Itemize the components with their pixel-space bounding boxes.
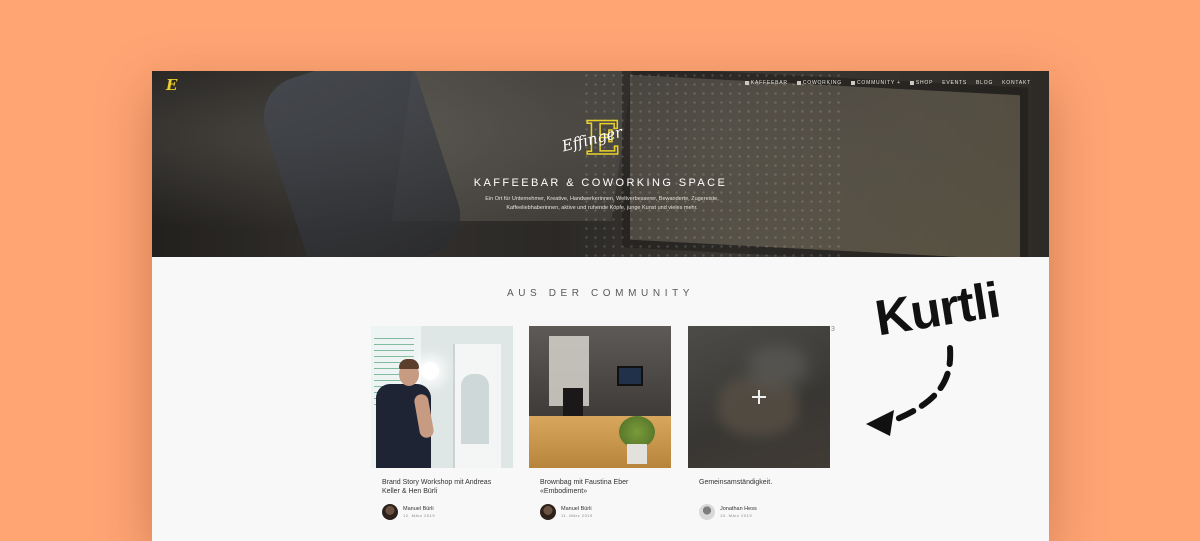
hero-title: KAFFEEBAR & COWORKING SPACE [473,177,728,189]
door-window [461,374,489,444]
nav-item-blog[interactable]: Blog [976,80,993,86]
plus-icon[interactable] [752,390,766,404]
brand-logo: E Effinger [547,113,647,163]
square-icon [744,81,749,85]
author-info: Jonathan Hess 10. März 2019 [720,506,757,519]
nav-label: Events [942,80,968,86]
card-title[interactable]: Gemeinsamständigkeit. [699,478,823,487]
monitor [617,366,643,386]
nav-item-coworking[interactable]: Coworking [796,80,842,86]
author-info: Manuel Bürli 12. März 2019 [403,506,435,519]
card-title[interactable]: Brand Story Workshop mit Andreas Keller … [382,478,506,496]
hero-banner: E Kaffeebar Coworking Community + Shop E… [152,71,1049,257]
card-author: Manuel Bürli 11. März 2019 [540,504,593,520]
author-name: Manuel Bürli [561,505,592,512]
lamp [421,362,439,380]
community-card[interactable]: Gemeinsamständigkeit. Jonathan Hess 10. … [688,326,830,520]
nav-label: Shop [915,80,934,86]
post-date: 10. März 2019 [720,512,753,518]
author-name: Manuel Bürli [403,505,434,512]
avatar [699,504,715,520]
annotation-arrow-icon [866,345,954,436]
nav-label: Blog [976,80,994,86]
square-icon [851,81,855,85]
square-icon [796,81,801,85]
site-logo-icon[interactable]: E [166,76,186,94]
card-image[interactable] [371,326,513,468]
author-info: Manuel Bürli 11. März 2019 [561,506,593,519]
nav-label: Kontakt [1002,80,1031,86]
person-hair [399,359,419,369]
nav-label: Coworking [802,80,842,86]
nav-item-events[interactable]: Events [942,80,967,86]
partial-card-number: 3 [831,326,835,333]
nav-item-kaffeebar[interactable]: Kaffeebar [744,80,788,86]
plant-pot [627,444,647,464]
card-title[interactable]: Brownbag mit Faustina Eber «Embodiment» [540,478,664,496]
nav-label: Community + [857,80,901,86]
community-card[interactable]: Brownbag mit Faustina Eber «Embodiment» … [529,326,671,520]
avatar [540,504,556,520]
nav-item-shop[interactable]: Shop [909,80,934,86]
hero-description: Ein Ort für Unternehmer, Kreative, Handw… [485,196,719,211]
hero-pattern [582,71,842,257]
main-nav: Kaffeebar Coworking Community + Shop Eve… [744,80,1031,86]
post-date: 11. März 2019 [561,512,593,518]
card-author: Manuel Bürli 12. März 2019 [382,504,435,520]
nav-label: Kaffeebar [750,80,788,86]
post-date: 12. März 2019 [403,512,436,518]
community-card[interactable]: Brand Story Workshop mit Andreas Keller … [371,326,513,520]
square-icon [909,81,914,85]
card-image[interactable] [529,326,671,468]
card-author: Jonathan Hess 10. März 2019 [699,504,757,520]
nav-item-kontakt[interactable]: Kontakt [1002,80,1031,86]
card-image[interactable] [688,326,830,468]
avatar [382,504,398,520]
nav-item-community[interactable]: Community + [851,80,901,86]
author-name: Jonathan Hess [720,505,757,512]
